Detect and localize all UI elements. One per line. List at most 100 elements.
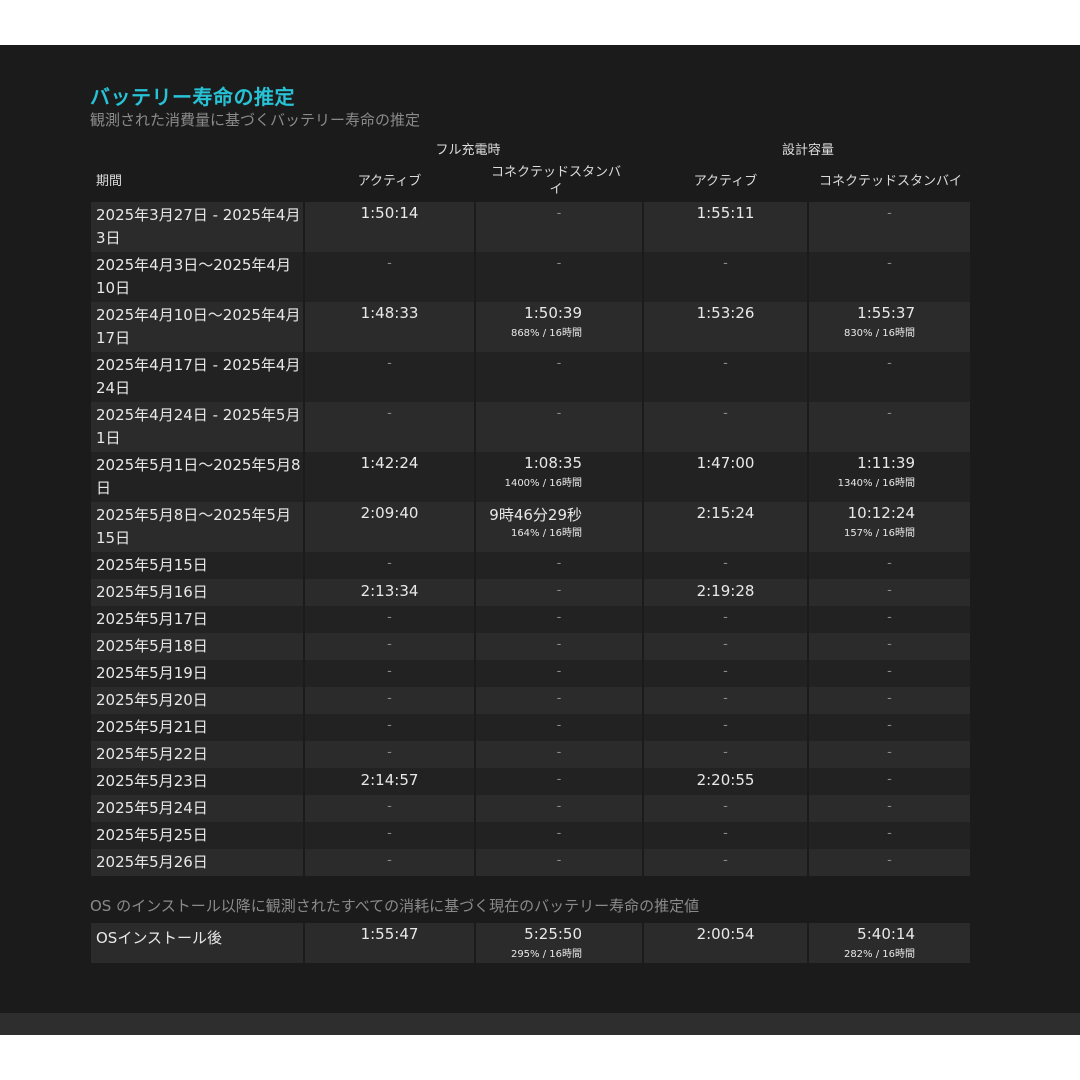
table-row: 2025年5月22日 - - - - [91,741,970,768]
period-cell: 2025年5月21日 [91,714,303,741]
active-full-value: - [387,637,392,652]
active-full-cell: 1:48:33 [305,302,474,352]
standby-design-cell: - [809,352,970,402]
active-design-value: 2:20:55 [696,771,755,789]
standby-full-cell: 9時46分29秒 164% / 16時間 [476,502,642,552]
standby-design-cell: 10:12:24 157% / 16時間 [809,502,970,552]
active-full-value: - [387,826,392,841]
active-design-cell: 2:20:55 [644,768,807,795]
os-estimate-note: OS のインストール以降に観測されたすべての消耗に基づく現在のバッテリー寿命の推… [90,897,700,915]
period-cell: 2025年5月23日 [91,768,303,795]
active-design-value: - [723,356,728,371]
active-design-value: 2:15:24 [696,504,755,522]
table-row: 2025年5月15日 - - - - [91,552,970,579]
active-design-cell: - [644,252,807,302]
standby-design-cell: - [809,579,970,606]
active-full-cell: 2:09:40 [305,502,474,552]
standby-full-cell: - [476,606,642,633]
os-standby-design-sub: 282% / 16時間 [843,949,915,960]
active-design-value: - [723,718,728,733]
standby-design-cell: 1:55:37 830% / 16時間 [809,302,970,352]
standby-full-value: - [556,556,562,571]
period-cell: 2025年5月24日 [91,795,303,822]
column-header-period: 期間 [96,173,123,189]
active-design-value: - [723,853,728,868]
period-cell: 2025年4月10日～2025年4月17日 [91,302,303,352]
active-design-value: - [723,556,728,571]
standby-design-value: - [887,772,892,787]
period-label: 2025年4月24日 - 2025年5月1日 [96,406,301,447]
standby-full-cell: - [476,579,642,606]
active-full-value: - [387,664,392,679]
standby-full-value: 1:08:35 [524,454,582,472]
period-label: 2025年5月20日 [96,691,208,709]
os-standby-full-sub: 295% / 16時間 [510,949,582,960]
active-full-cell: - [305,402,474,452]
active-full-cell: - [305,660,474,687]
table-row: 2025年5月21日 - - - - [91,714,970,741]
period-label: 2025年5月22日 [96,745,208,763]
active-full-cell: - [305,252,474,302]
active-full-value: 2:13:34 [360,582,419,600]
column-header-active-design: アクティブ [693,173,758,189]
standby-full-value: - [556,664,562,679]
standby-design-value: - [887,826,892,841]
standby-design-cell: - [809,795,970,822]
table-row: 2025年5月8日～2025年5月15日 2:09:40 9時46分29秒 164% … [91,502,970,552]
period-label: 2025年5月16日 [96,583,208,601]
standby-design-cell: - [809,660,970,687]
standby-design-value: - [887,637,892,652]
period-cell: 2025年5月17日 [91,606,303,633]
standby-full-cell: - [476,714,642,741]
standby-full-cell: - [476,849,642,876]
period-label: 2025年3月27日 - 2025年4月3日 [96,206,301,247]
period-cell: 2025年4月3日～2025年4月10日 [91,252,303,302]
standby-full-cell: - [476,741,642,768]
period-cell: 2025年5月1日～2025年5月8日 [91,452,303,502]
period-cell: 2025年3月27日 - 2025年4月3日 [91,202,303,252]
standby-full-cell: - [476,768,642,795]
battery-report-panel: バッテリー寿命の推定 観測された消費量に基づくバッテリー寿命の推定 フル充電時 … [0,45,1080,1035]
active-design-value: - [723,826,728,841]
active-full-value: - [387,556,392,571]
standby-design-cell: - [809,849,970,876]
os-active-full-cell: 1:55:47 [305,923,474,963]
period-cell: 2025年5月18日 [91,633,303,660]
active-design-cell: - [644,402,807,452]
standby-full-value: 9時46分29秒 [489,506,582,524]
active-design-cell: - [644,687,807,714]
standby-design-cell: - [809,687,970,714]
active-design-cell: - [644,352,807,402]
standby-full-cell: - [476,822,642,849]
active-full-cell: - [305,633,474,660]
active-full-value: - [387,356,392,371]
active-full-cell: - [305,552,474,579]
period-label: 2025年5月1日～2025年5月8日 [96,456,301,497]
standby-design-value: - [887,691,892,706]
active-full-cell: 1:50:14 [305,202,474,252]
standby-design-cell: - [809,822,970,849]
table-row: 2025年4月24日 - 2025年5月1日 - - - - [91,402,970,452]
period-label: 2025年4月17日 - 2025年4月24日 [96,356,301,397]
table-row: 2025年4月3日～2025年4月10日 - - - - [91,252,970,302]
standby-design-value: - [887,583,892,598]
os-standby-full: 5:25:50 [524,925,582,943]
battery-life-table: 2025年3月27日 - 2025年4月3日 1:50:14-1:55:11-20… [91,202,970,876]
active-design-value: 2:19:28 [696,582,755,600]
period-cell: 2025年5月22日 [91,741,303,768]
active-design-value: 1:55:11 [696,204,755,222]
standby-full-cell: - [476,795,642,822]
period-cell: 2025年5月26日 [91,849,303,876]
standby-full-cell: 1:08:35 1400% / 16時間 [476,452,642,502]
table-row: 2025年5月25日 - - - - [91,822,970,849]
active-full-value: - [387,853,392,868]
period-cell: 2025年4月24日 - 2025年5月1日 [91,402,303,452]
standby-design-value: - [887,745,892,760]
active-design-cell: 1:47:00 [644,452,807,502]
active-full-cell: 2:14:57 [305,768,474,795]
active-design-value: 1:47:00 [696,454,755,472]
active-full-cell: 1:42:24 [305,452,474,502]
period-label: 2025年5月19日 [96,664,208,682]
active-design-cell: - [644,795,807,822]
standby-design-cell: - [809,552,970,579]
